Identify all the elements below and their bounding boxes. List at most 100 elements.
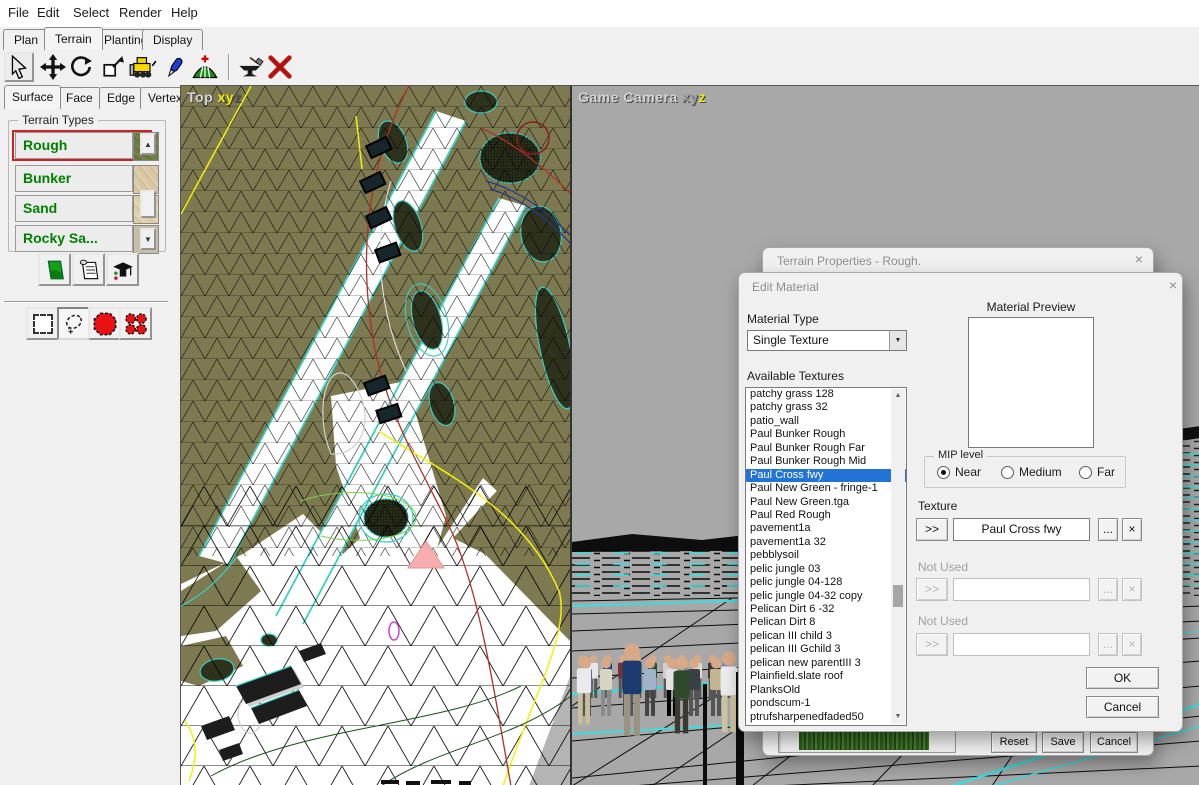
- tab-display[interactable]: Display: [142, 29, 203, 50]
- radio-far[interactable]: [1079, 466, 1092, 479]
- texture-item[interactable]: pelican new parentIII 3: [746, 657, 906, 670]
- texture-item[interactable]: pelican III child 3: [746, 630, 906, 643]
- radio-medium-label[interactable]: Medium: [1019, 465, 1062, 479]
- texture-item[interactable]: pelic jungle 03: [746, 563, 906, 576]
- menu-file[interactable]: File: [8, 5, 29, 20]
- texture-item[interactable]: Plainfield.slate roof: [746, 670, 906, 683]
- texture-item[interactable]: patchy grass 32: [746, 401, 906, 414]
- texture-item[interactable]: Paul Red Rough: [746, 509, 906, 522]
- spray-pen-tool[interactable]: [160, 52, 190, 82]
- browse-texture-button[interactable]: ...: [1098, 518, 1118, 541]
- rough-texture-preview: [799, 731, 929, 750]
- texture-item[interactable]: pelican III Gchild 3: [746, 643, 906, 656]
- material-type-select[interactable]: Single Texture ▼: [747, 330, 907, 351]
- types-scroll-down-button[interactable]: ▼: [140, 228, 156, 250]
- texture-item[interactable]: Paul New Green - fringe-1: [746, 482, 906, 495]
- tab-plan[interactable]: Plan: [3, 29, 49, 50]
- reset-button[interactable]: Reset: [991, 732, 1037, 753]
- texture-item[interactable]: Pelican Dirt 8: [746, 616, 906, 629]
- tab-terrain[interactable]: Terrain: [44, 27, 103, 50]
- clear-texture-button-disabled: ×: [1122, 578, 1142, 601]
- radio-near-label[interactable]: Near: [955, 465, 981, 479]
- texture-item[interactable]: PlanksOld: [746, 684, 906, 697]
- terrain-type-bunker[interactable]: Bunker: [15, 165, 133, 192]
- material-preview-label: Material Preview: [966, 300, 1096, 314]
- texture-item[interactable]: pelic jungle 04-32 copy: [746, 590, 906, 603]
- texture-item[interactable]: pavement1a 32: [746, 536, 906, 549]
- clear-texture-button[interactable]: ×: [1122, 518, 1142, 541]
- top-view-canvas[interactable]: [181, 86, 570, 785]
- texture-item[interactable]: Paul Bunker Rough: [746, 428, 906, 441]
- close-icon[interactable]: ×: [1163, 278, 1183, 294]
- menu-bar: File Edit Select Render Help: [0, 0, 1199, 27]
- close-icon[interactable]: ×: [1129, 252, 1149, 268]
- save-button[interactable]: Save: [1042, 732, 1084, 753]
- menu-render[interactable]: Render: [119, 5, 162, 20]
- terrain-type-rough[interactable]: Rough: [15, 132, 133, 159]
- texture-item[interactable]: Paul New Green.tga: [746, 496, 906, 509]
- terrain-side-panel: Surface Face Edge Vertex Terrain Types R…: [0, 85, 178, 785]
- menu-help[interactable]: Help: [171, 5, 198, 20]
- flatten-anvil-tool[interactable]: [235, 52, 265, 82]
- texture-item[interactable]: patchy grass 128: [746, 388, 906, 401]
- notes-scroll-button[interactable]: [72, 253, 105, 286]
- bulldozer-tool[interactable]: [128, 52, 158, 82]
- top-viewport-label: Top xyz: [187, 89, 242, 105]
- texture-item[interactable]: ptrufsharpenedfaded50: [746, 711, 906, 724]
- marquee-select-button[interactable]: [26, 307, 59, 340]
- texture-item[interactable]: patio_wall: [746, 415, 906, 428]
- tab-surface[interactable]: Surface: [4, 85, 61, 109]
- radio-near[interactable]: [937, 466, 950, 479]
- cancel-button[interactable]: Cancel: [1086, 696, 1159, 718]
- graduation-cap-button[interactable]: [106, 253, 139, 286]
- tab-edge[interactable]: Edge: [99, 87, 143, 109]
- terrain-type-sand[interactable]: Sand: [15, 195, 133, 222]
- available-textures-label: Available Textures: [747, 369, 844, 383]
- browse-texture-button-disabled: ...: [1098, 633, 1118, 656]
- ok-button[interactable]: OK: [1086, 667, 1159, 689]
- texture-item[interactable]: pelic jungle 04-128: [746, 576, 906, 589]
- texture-list-scrollbar[interactable]: ▲ ▼: [891, 389, 905, 724]
- menu-select[interactable]: Select: [73, 5, 109, 20]
- chevron-down-icon[interactable]: ▼: [889, 331, 906, 350]
- texture-item[interactable]: pondscum-1: [746, 697, 906, 710]
- terrain-type-name: Rocky Sa...: [23, 230, 98, 246]
- scale-tool[interactable]: [98, 52, 128, 82]
- octagon-brush-button[interactable]: [88, 307, 121, 340]
- pan-move-tool[interactable]: [38, 52, 68, 82]
- terrain-types-label: Terrain Types: [18, 113, 98, 127]
- texture-item-selected[interactable]: Paul Cross fwy: [746, 469, 906, 482]
- scroll-up-icon[interactable]: ▲: [891, 389, 905, 403]
- scroll-down-icon[interactable]: ▼: [891, 710, 905, 724]
- types-scroll-thumb[interactable]: [140, 190, 156, 218]
- texture-item[interactable]: Paul Bunker Rough Mid: [746, 455, 906, 468]
- unused-slot-field: [953, 578, 1090, 601]
- texture-item[interactable]: Paul Bunker Rough Far: [746, 442, 906, 455]
- radio-far-label[interactable]: Far: [1097, 465, 1115, 479]
- texture-item[interactable]: Pelican Dirt 6 -32: [746, 603, 906, 616]
- texture-item[interactable]: pebblysoil: [746, 549, 906, 562]
- delete-tool[interactable]: [265, 52, 295, 82]
- scroll-thumb[interactable]: [893, 585, 903, 607]
- cancel-button[interactable]: Cancel: [1090, 732, 1138, 753]
- top-viewport[interactable]: Top xyz: [180, 85, 570, 785]
- dots-brush-button[interactable]: [119, 307, 152, 340]
- texture-item[interactable]: pavement1a: [746, 522, 906, 535]
- assign-texture-button[interactable]: >>: [916, 518, 948, 541]
- types-scroll-up-button[interactable]: ▲: [140, 133, 156, 155]
- lasso-select-button[interactable]: [57, 307, 90, 340]
- texture-listbox[interactable]: patchy grass 128 patchy grass 32 patio_w…: [745, 387, 907, 726]
- tab-face[interactable]: Face: [58, 87, 101, 109]
- texture-slot-field[interactable]: Paul Cross fwy: [953, 518, 1090, 541]
- viewport-title: Game Camera: [578, 89, 678, 105]
- terrain-type-rocky-sand[interactable]: Rocky Sa...: [15, 225, 133, 252]
- radio-medium[interactable]: [1001, 466, 1014, 479]
- octagon-brush-icon: [92, 311, 118, 337]
- terrain-sheet-icon: [43, 258, 67, 282]
- rotate-tool[interactable]: [66, 52, 96, 82]
- select-cursor-tool[interactable]: [4, 52, 34, 82]
- menu-edit[interactable]: Edit: [37, 5, 59, 20]
- terrain-sheet-button[interactable]: [38, 253, 71, 286]
- mip-level-group: MIP level Near Medium Far: [924, 456, 1126, 488]
- mound-tool[interactable]: [190, 52, 220, 82]
